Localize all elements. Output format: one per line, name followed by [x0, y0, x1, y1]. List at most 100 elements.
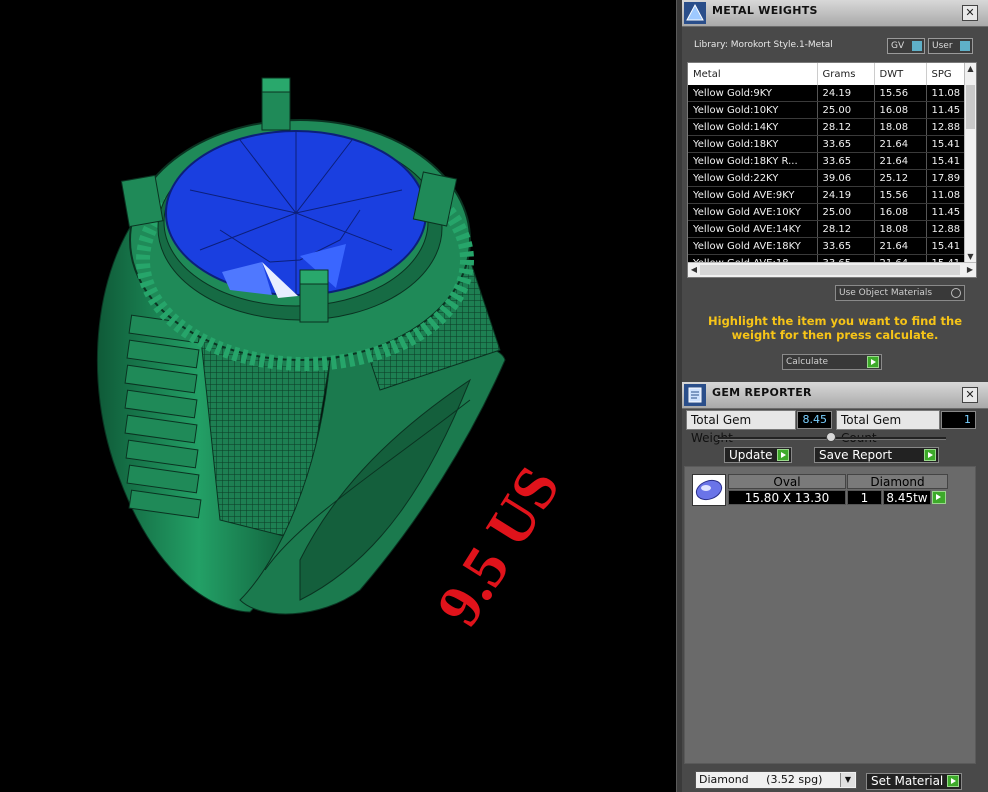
grams-cell: 28.12	[817, 220, 875, 238]
vertical-scrollbar[interactable]: ▲ ▼	[964, 63, 976, 263]
table-row[interactable]: Yellow Gold:10KY 25.00 16.08 11.45	[688, 101, 968, 119]
gem-slider-knob[interactable]	[826, 432, 836, 442]
update-button[interactable]: Update	[724, 447, 792, 463]
table-row[interactable]: Yellow Gold AVE:10KY 25.00 16.08 11.45	[688, 203, 968, 221]
user-toggle-label: User	[932, 41, 953, 51]
scroll-right-icon[interactable]: ▶	[964, 263, 976, 277]
save-report-button[interactable]: Save Report	[814, 447, 939, 463]
grams-cell: 24.19	[817, 186, 875, 204]
table-row[interactable]: Yellow Gold:18KY R... 33.65 21.64 15.41	[688, 152, 968, 170]
gem-weight-cell: 8.45tw	[883, 490, 931, 505]
gv-toggle-label: GV	[891, 41, 905, 51]
table-row[interactable]: Yellow Gold:14KY 28.12 18.08 12.88	[688, 118, 968, 136]
toggle-knob-icon	[912, 41, 922, 51]
spg-cell: 11.08	[926, 85, 968, 102]
horizontal-scrollbar[interactable]: ◀ ▶	[688, 262, 976, 277]
ring-size-overlay: 9.5 US	[424, 455, 573, 637]
close-icon[interactable]: ✕	[962, 5, 978, 21]
metal-cell: Yellow Gold:10KY	[688, 101, 818, 119]
gem-material-header: Diamond	[847, 474, 948, 489]
metal-cell: Yellow Gold:14KY	[688, 118, 818, 136]
gem-list	[684, 466, 976, 764]
oval-gem-thumbnail	[695, 479, 723, 501]
radio-icon	[951, 288, 961, 298]
metal-weights-table[interactable]: Metal Grams DWT SPG Yellow Gold:9KY 24.19…	[687, 62, 977, 278]
panel-title: GEM REPORTER	[712, 386, 812, 399]
table-header-row: Metal Grams DWT SPG	[688, 63, 968, 85]
set-material-label: Set Material	[871, 774, 944, 788]
gv-toggle[interactable]: GV	[887, 38, 925, 54]
spg-cell: 12.88	[926, 220, 968, 238]
scroll-thumb[interactable]	[966, 85, 975, 129]
calculate-button[interactable]: Calculate	[782, 354, 882, 370]
table-row[interactable]: Yellow Gold AVE:18KY 33.65 21.64 15.41	[688, 237, 968, 255]
gem-count-cell: 1	[847, 490, 882, 505]
gem-shape-header: Oval	[728, 474, 846, 489]
column-header[interactable]: Grams	[817, 63, 875, 85]
dwt-cell: 18.08	[874, 118, 927, 136]
metal-cell: Yellow Gold:22KY	[688, 169, 818, 187]
set-material-button[interactable]: Set Material	[866, 773, 962, 790]
grams-cell: 25.00	[817, 203, 875, 221]
column-header[interactable]: DWT	[874, 63, 927, 85]
gem-reporter-titlebar: GEM REPORTER ✕	[682, 382, 988, 409]
use-object-materials-label: Use Object Materials	[839, 288, 933, 298]
column-header[interactable]: SPG	[926, 63, 968, 85]
grams-cell: 33.65	[817, 135, 875, 153]
metal-weights-panel: METAL WEIGHTS ✕ Library: Morokort Style.…	[682, 0, 988, 382]
toggle-knob-icon	[960, 41, 970, 51]
grams-cell: 28.12	[817, 118, 875, 136]
save-report-label: Save Report	[819, 448, 893, 462]
grams-cell: 39.06	[817, 169, 875, 187]
dwt-cell: 16.08	[874, 101, 927, 119]
grams-cell: 33.65	[817, 152, 875, 170]
panel-title: METAL WEIGHTS	[712, 4, 818, 17]
update-label: Update	[729, 448, 773, 462]
dwt-cell: 21.64	[874, 135, 927, 153]
table-row[interactable]: Yellow Gold:9KY 24.19 15.56 11.08	[688, 85, 968, 102]
total-gem-weight-value: 8.45	[797, 411, 832, 429]
play-icon	[947, 775, 959, 787]
play-icon	[777, 449, 789, 461]
scroll-thumb[interactable]	[700, 265, 960, 275]
grams-cell: 25.00	[817, 101, 875, 119]
chevron-down-icon[interactable]: ▼	[840, 773, 855, 787]
table-row[interactable]: Yellow Gold:18KY 33.65 21.64 15.41	[688, 135, 968, 153]
scroll-left-icon[interactable]: ◀	[688, 263, 700, 277]
3d-viewport[interactable]: 9.5 US	[0, 0, 676, 792]
metal-cell: Yellow Gold AVE:9KY	[688, 186, 818, 204]
dwt-cell: 21.64	[874, 152, 927, 170]
dwt-cell: 21.64	[874, 237, 927, 255]
use-object-materials-button[interactable]: Use Object Materials	[835, 285, 965, 301]
dwt-cell: 16.08	[874, 203, 927, 221]
total-gem-count-value: 1	[941, 411, 976, 429]
scroll-up-icon[interactable]: ▲	[965, 63, 976, 75]
table-row[interactable]: Yellow Gold:22KY 39.06 25.12 17.89	[688, 169, 968, 187]
dwt-cell: 15.56	[874, 85, 927, 102]
material-select[interactable]: Diamond (3.52 spg) ▼	[695, 771, 857, 789]
oval-gem-icon[interactable]	[692, 474, 726, 506]
spg-cell: 17.89	[926, 169, 968, 187]
calculate-label: Calculate	[786, 357, 829, 367]
gem-detail-arrow-icon[interactable]	[932, 491, 946, 504]
library-label: Library: Morokort Style.1-Metal	[694, 40, 833, 50]
grams-cell: 33.65	[817, 237, 875, 255]
spg-cell: 11.45	[926, 101, 968, 119]
metal-weights-icon	[684, 2, 706, 24]
metal-cell: Yellow Gold AVE:10KY	[688, 203, 818, 221]
hint-text: Highlight the item you want to find the …	[708, 314, 962, 342]
gem-size-cell: 15.80 X 13.30	[728, 490, 846, 505]
table-row[interactable]: Yellow Gold AVE:14KY 28.12 18.08 12.88	[688, 220, 968, 238]
gem-reporter-icon	[684, 384, 706, 406]
table-row[interactable]: Yellow Gold AVE:9KY 24.19 15.56 11.08	[688, 186, 968, 204]
close-icon[interactable]: ✕	[962, 387, 978, 403]
dwt-cell: 18.08	[874, 220, 927, 238]
metal-weights-titlebar: METAL WEIGHTS ✕	[682, 0, 988, 27]
user-toggle[interactable]: User	[928, 38, 973, 54]
metal-cell: Yellow Gold AVE:18KY	[688, 237, 818, 255]
dwt-cell: 15.56	[874, 186, 927, 204]
metal-cell: Yellow Gold:9KY	[688, 85, 818, 102]
spg-cell: 15.41	[926, 135, 968, 153]
column-header[interactable]: Metal	[688, 63, 818, 85]
spg-cell: 15.41	[926, 237, 968, 255]
